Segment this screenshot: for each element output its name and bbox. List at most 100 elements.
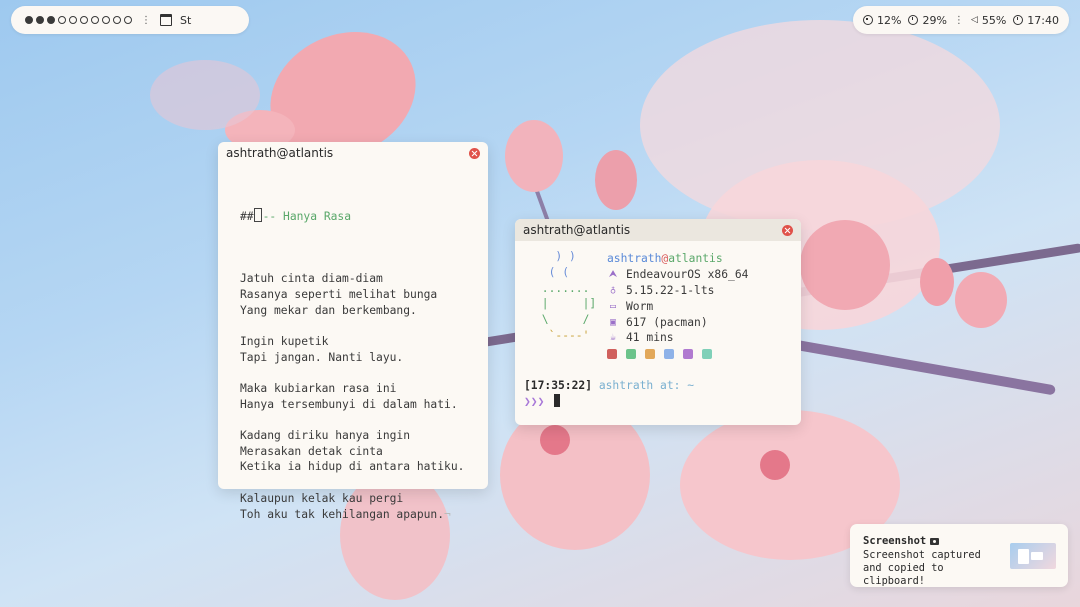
editor-titlebar[interactable]: ashtrath@atlantis: [218, 142, 488, 164]
color-swatches: [607, 349, 748, 360]
end-of-line-marker: ¬: [444, 507, 451, 521]
hostname: atlantis: [668, 252, 723, 265]
text-cursor: [253, 208, 262, 223]
info-row: ⮝ EndeavourOS x86_64: [607, 267, 749, 283]
poem-line: [240, 365, 488, 381]
window-title: ashtrath@atlantis: [523, 223, 631, 237]
volume-status[interactable]: ◁ 55%: [971, 14, 1006, 27]
prompt-symbol: ❯❯❯: [524, 395, 545, 408]
blossom-petal: [760, 450, 790, 480]
poem-line: Ingin kupetik: [240, 334, 329, 348]
blossom-petal: [540, 425, 570, 455]
editor-content[interactable]: ## -- Hanya Rasa Jatuh cinta diam-diam Ras…: [218, 164, 488, 554]
ascii-art-logo: ) ) ( ( ....... | |] \ / `----': [535, 249, 596, 344]
clock-icon: [1013, 15, 1024, 25]
fetch-output: ) ) ( ( ....... | |] \ / `----' ashtrath…: [515, 241, 801, 381]
active-window-title: St: [180, 13, 192, 27]
blossom-petal: [955, 272, 1007, 328]
info-value: EndeavourOS x86_64: [626, 267, 749, 281]
heading-text: -- Hanya Rasa: [262, 210, 352, 224]
workspace-dot-8[interactable]: [102, 16, 110, 24]
screenshot-thumbnail[interactable]: [1010, 543, 1056, 569]
arch-icon: ⮝: [608, 268, 618, 280]
volume-value: 55%: [981, 13, 1007, 27]
poem-line: Rasanya seperti melihat bunga: [240, 287, 438, 301]
terminal-titlebar[interactable]: ashtrath@atlantis: [515, 219, 801, 241]
clock-status[interactable]: 17:40: [1013, 14, 1059, 27]
cpu-status[interactable]: 12%: [863, 14, 901, 27]
workspace-dot-10[interactable]: [124, 16, 132, 24]
terminal-cursor: [554, 394, 561, 407]
terminal-window[interactable]: ashtrath@atlantis ) ) ( ( ....... | |] \…: [515, 219, 801, 425]
poem-line: Toh aku tak kehilangan apapun.¬: [240, 507, 451, 521]
memory-value: 29%: [922, 13, 947, 27]
poem-line: Kadang diriku hanya ingin: [240, 429, 411, 443]
blossom-petal: [800, 220, 890, 310]
blossom-petal: [150, 60, 260, 130]
info-row: ▣ 617 (pacman): [607, 315, 748, 331]
poem-line: Jatuh cinta diam-diam: [240, 272, 383, 286]
username: ashtrath: [607, 252, 662, 265]
status-bar: 12% 29% ⋮ ◁ 55% 17:40: [853, 6, 1069, 34]
info-value: 617 (pacman): [626, 315, 708, 329]
close-button[interactable]: [782, 224, 793, 236]
camera-icon: [930, 538, 940, 545]
editor-window[interactable]: ashtrath@atlantis ## -- Hanya Rasa Jatuh …: [218, 142, 488, 521]
ascii-art-line: | |]: [535, 297, 597, 311]
user-host-line: ashtrath @ atlantis: [607, 251, 748, 267]
ascii-art-line: .......: [535, 281, 590, 295]
blossom-petal: [595, 150, 637, 210]
workspace-dot-1[interactable]: [25, 16, 33, 24]
ascii-art-line: ) ): [535, 250, 576, 263]
poem-line: Yang mekar dan berkembang.: [240, 303, 417, 317]
workspace-dot-4[interactable]: [58, 16, 66, 24]
color-swatch-1: [607, 349, 617, 360]
pie-icon: [908, 15, 919, 25]
poem-line: [240, 318, 488, 334]
info-value: 5.15.22-1-lts: [626, 283, 715, 297]
workspace-dot-5[interactable]: [69, 16, 77, 24]
separator: ⋮: [953, 14, 964, 26]
poem-line: [240, 256, 488, 272]
poem-line: Tapi jangan. Nanti layu.: [240, 350, 404, 364]
info-row: ♁ 5.15.22-1-lts: [607, 283, 748, 299]
heading-line: ## -- Hanya Rasa: [240, 208, 488, 224]
close-button[interactable]: [469, 147, 480, 159]
workspace-dot-6[interactable]: [80, 16, 88, 24]
screenshot-notification[interactable]: Screenshot Screenshot captured and copie…: [850, 524, 1068, 587]
cup-icon: ☕: [609, 332, 617, 344]
workspace-dot-7[interactable]: [91, 16, 99, 24]
system-info: ashtrath @ atlantis ⮝ EndeavourOS x86_64 ♁ 5.…: [607, 251, 749, 360]
speaker-icon: ◁: [970, 15, 978, 25]
penguin-icon: ♁: [609, 284, 617, 296]
shell-prompt[interactable]: [17:35:22] ashtrath at: ~ ❯❯❯: [524, 378, 694, 410]
memory-status[interactable]: 29%: [908, 13, 947, 27]
workspace-bar: ⋮ St: [11, 6, 249, 34]
poem-line: [240, 475, 488, 491]
poem-lines: Jatuh cinta diam-diam Rasanya seperti mel…: [240, 256, 488, 523]
color-swatch-5: [683, 349, 693, 360]
workspace-dot-9[interactable]: [113, 16, 121, 24]
blossom-petal: [505, 120, 563, 192]
clock-value: 17:40: [1027, 13, 1059, 27]
color-swatch-3: [645, 349, 655, 360]
poem-line: Ketika ia hidup di antara hatiku.: [240, 460, 465, 474]
prompt-path: ashtrath at: ~: [598, 379, 695, 392]
notification-title-row: Screenshot: [863, 535, 940, 547]
ascii-art-line: `----': [535, 328, 590, 342]
window-icon: ▭: [609, 300, 617, 312]
poem-line: Kalaupun kelak kau pergi: [240, 491, 404, 505]
poem-line: Merasakan detak cinta: [240, 444, 383, 458]
separator: ⋮: [141, 14, 151, 26]
heading-prefix: ##: [240, 210, 254, 224]
at-symbol: @: [661, 252, 669, 265]
info-row: ☕ 41 mins: [607, 330, 748, 346]
cpu-icon: [863, 15, 873, 25]
ascii-art-line: ( (: [535, 265, 570, 279]
workspace-dot-2[interactable]: [36, 16, 44, 24]
workspace-dot-3[interactable]: [47, 16, 55, 24]
color-swatch-6: [702, 349, 712, 360]
notification-title: Screenshot: [863, 535, 927, 547]
color-swatch-2: [626, 349, 636, 360]
poem-line: Hanya tersembunyi di dalam hati.: [240, 397, 458, 411]
